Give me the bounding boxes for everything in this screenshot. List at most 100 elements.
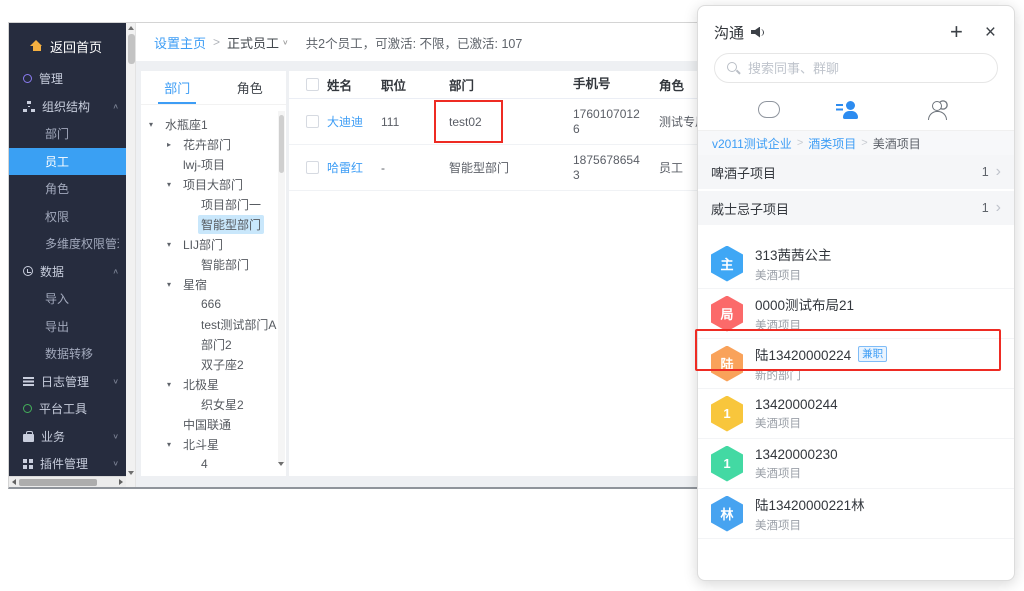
tree-node[interactable]: 智能部门 [141, 254, 286, 274]
tree-expand-icon[interactable]: ▾ [167, 280, 180, 289]
tree-node-label[interactable]: 织女星2 [198, 395, 247, 414]
scroll-down-arrow-icon[interactable] [278, 462, 284, 466]
tree-node[interactable]: 4 [141, 454, 286, 474]
scroll-up-arrow-icon[interactable] [128, 26, 134, 30]
panel-breadcrumb-label[interactable]: 美酒项目 [873, 135, 921, 152]
tab-groups[interactable] [928, 101, 954, 121]
search-box[interactable] [714, 53, 998, 83]
contact-row[interactable]: 1 13420000230 美酒项目 [698, 439, 1014, 489]
sidebar-item[interactable]: 平台工具 [9, 395, 126, 423]
sidebar-item[interactable]: 返回首页 [9, 27, 126, 65]
sidebar-item[interactable]: 导入 [9, 285, 126, 313]
scrollbar-thumb[interactable] [128, 34, 135, 64]
tree-node-label[interactable]: 星宿 [180, 275, 210, 294]
sidebar-horizontal-scrollbar[interactable] [9, 476, 126, 487]
speaker-icon[interactable] [751, 27, 763, 38]
tree-node[interactable]: 智能型部门 [141, 214, 286, 234]
breadcrumb-home-link[interactable]: 设置主页 [154, 33, 206, 52]
scrollbar-thumb[interactable] [279, 115, 284, 173]
tree-node-label[interactable]: 部门2 [198, 335, 235, 354]
sidebar-item[interactable]: 日志管理 ∨ [9, 368, 126, 396]
close-button[interactable]: × [985, 23, 996, 42]
tree-node[interactable]: ▾ 北斗星 [141, 434, 286, 454]
scrollbar-thumb[interactable] [19, 479, 97, 486]
tree-node[interactable]: 666 [141, 294, 286, 314]
tree-node-label[interactable]: 北斗星 [180, 435, 222, 454]
tree-node-label[interactable]: 智能型部门 [198, 215, 264, 234]
tree-expand-icon[interactable]: ▾ [167, 180, 180, 189]
contact-row[interactable]: 1 13420000244 美酒项目 [698, 389, 1014, 439]
sidebar-item[interactable]: 数据转移 [9, 340, 126, 368]
project-group-name[interactable]: 啤酒子项目 [711, 163, 776, 182]
tree-expand-icon[interactable]: ▾ [167, 380, 180, 389]
tree-node[interactable]: ▾ 项目大部门 [141, 174, 286, 194]
row-checkbox[interactable] [306, 115, 319, 128]
breadcrumb-current[interactable]: 正式员工 [227, 33, 279, 52]
tree-node[interactable]: ▾ LIJ部门 [141, 234, 286, 254]
contact-row[interactable]: 林 陆13420000221林 美酒项目 [698, 489, 1014, 539]
tree-node-label[interactable]: 智能部门 [198, 255, 252, 274]
tree-node-label[interactable]: 水瓶座1 [162, 115, 211, 134]
tree-node[interactable]: 中国联通 [141, 414, 286, 434]
tree-node-label[interactable]: 花卉部门 [180, 135, 234, 154]
sidebar-item[interactable]: 组织结构 ∧ [9, 93, 126, 121]
scroll-down-arrow-icon[interactable] [128, 471, 134, 475]
tree-node[interactable]: 织女星2 [141, 394, 286, 414]
scroll-left-arrow-icon[interactable] [12, 479, 16, 485]
tree-node-label[interactable]: lwj-项目 [180, 155, 228, 174]
scroll-right-arrow-icon[interactable] [119, 479, 123, 485]
tree-node-label[interactable]: 项目大部门 [180, 175, 246, 194]
tree-expand-icon[interactable]: ▾ [167, 240, 180, 249]
sidebar-item[interactable]: 权限 [9, 203, 126, 231]
employee-name-link[interactable]: 哈雷红 [319, 159, 371, 176]
panel-breadcrumb-item[interactable]: 酒类项目 > [808, 135, 872, 152]
tree-node[interactable]: 部门2 [141, 334, 286, 354]
sidebar-vertical-scrollbar[interactable] [126, 23, 136, 487]
tree-node-label[interactable]: 中国联通 [180, 415, 234, 434]
panel-breadcrumb-item[interactable]: v2011测试企业 > [712, 135, 808, 152]
tree-node[interactable]: test测试部门A [141, 314, 286, 334]
employee-name-link[interactable]: 大迪迪 [319, 113, 371, 130]
tree-node-label[interactable]: 666 [198, 296, 224, 312]
sidebar-item[interactable]: 多维度权限管理 [9, 230, 126, 258]
tree-node-label[interactable]: test测试部门A [198, 315, 279, 334]
add-button[interactable]: + [950, 21, 963, 43]
project-group-name[interactable]: 威士忌子项目 [711, 199, 789, 218]
sidebar-item[interactable]: 业务 ∨ [9, 423, 126, 451]
tree-scrollbar[interactable] [278, 111, 285, 463]
sidebar-item[interactable]: 数据 ∧ [9, 258, 126, 286]
tab-role[interactable]: 角色 [214, 71, 287, 104]
tree-node-label[interactable]: 双子座2 [198, 355, 247, 374]
tree-node-label[interactable]: 项目部门一 [198, 195, 264, 214]
row-checkbox[interactable] [306, 161, 319, 174]
sidebar-item[interactable]: 员工 [9, 148, 126, 176]
sidebar-item[interactable]: 插件管理 ∨ [9, 450, 126, 476]
tree-node[interactable]: ▾ 水瓶座1 [141, 114, 286, 134]
panel-breadcrumb-item[interactable]: 美酒项目 > [873, 135, 921, 152]
contact-row[interactable]: 主 313茜茜公主 美酒项目 [698, 239, 1014, 289]
tab-department[interactable]: 部门 [141, 71, 214, 104]
tree-node[interactable]: ▸ 花卉部门 [141, 134, 286, 154]
contact-row[interactable]: 陆 陆13420000224 兼职 新的部门 [698, 339, 1014, 389]
tree-node[interactable]: lwj-项目 [141, 154, 286, 174]
tree-node-label[interactable]: 北极星 [180, 375, 222, 394]
project-group-row[interactable]: 啤酒子项目 1 › [698, 155, 1014, 189]
select-all-checkbox[interactable] [306, 78, 319, 91]
contact-row[interactable]: 局 0000测试布局21 美酒项目 [698, 289, 1014, 339]
tree-node-label[interactable]: 4 [198, 456, 211, 472]
tree-node[interactable]: ▾ 星宿 [141, 274, 286, 294]
tree-expand-icon[interactable]: ▸ [167, 140, 180, 149]
tree-expand-icon[interactable]: ▾ [149, 120, 162, 129]
tree-expand-icon[interactable]: ▾ [167, 440, 180, 449]
tree-node[interactable]: 双子座2 [141, 354, 286, 374]
sidebar-item[interactable]: 角色 [9, 175, 126, 203]
sidebar-item[interactable]: 导出 [9, 313, 126, 341]
sidebar-item[interactable]: 部门 [9, 120, 126, 148]
sidebar-item[interactable]: 管理 [9, 65, 126, 93]
panel-breadcrumb-label[interactable]: v2011测试企业 [712, 135, 792, 152]
tree-node-label[interactable]: LIJ部门 [180, 235, 226, 254]
tree-node[interactable]: 项目部门一 [141, 194, 286, 214]
dropdown-caret-icon[interactable]: ∨ [282, 38, 289, 47]
tab-contacts-active[interactable] [843, 101, 869, 121]
panel-breadcrumb-label[interactable]: 酒类项目 [808, 135, 856, 152]
